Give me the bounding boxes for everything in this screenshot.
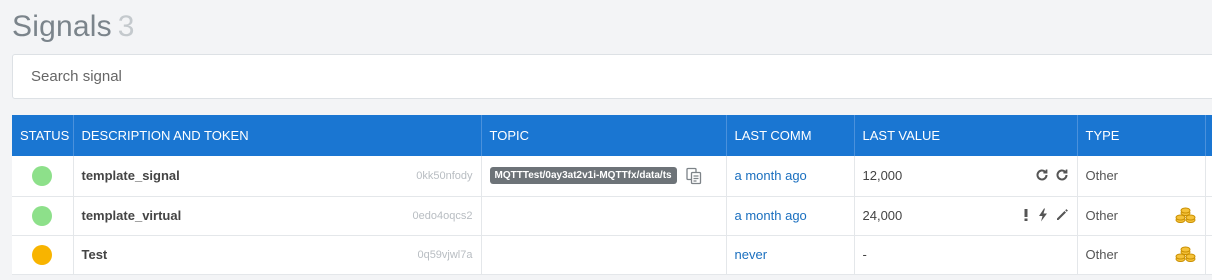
status-cell: [12, 235, 74, 275]
signal-type: Other: [1085, 208, 1119, 223]
description-cell: Test 0q59vjwl7a: [73, 235, 482, 275]
signal-name[interactable]: template_signal: [82, 168, 180, 183]
last-comm-cell: a month ago: [726, 156, 855, 197]
copy-icon[interactable]: [685, 167, 703, 185]
column-last-comm[interactable]: LAST COMM: [726, 115, 855, 156]
last-value: 24,000: [862, 208, 903, 223]
signal-token: 0edo4oqcs2: [412, 209, 473, 222]
signals-page: Signals3 STATUS DESCRIPTION AND TOKEN TO…: [0, 0, 1212, 280]
signal-count: 3: [117, 10, 135, 43]
page-title: Signals 3: [12, 9, 135, 45]
extra-cell: [1205, 156, 1212, 197]
last-comm-cell: never: [726, 235, 855, 275]
last-comm-link[interactable]: never: [735, 247, 768, 262]
column-description[interactable]: DESCRIPTION AND TOKEN: [73, 115, 482, 156]
pencil-icon[interactable]: [1055, 208, 1069, 224]
table-header-row: STATUS DESCRIPTION AND TOKEN TOPIC LAST …: [12, 115, 1212, 156]
last-value: -: [862, 247, 867, 262]
topic-cell: [481, 235, 727, 275]
search-input[interactable]: [13, 55, 1212, 98]
signal-token: 0kk50nfody: [416, 169, 473, 182]
status-cell: [12, 196, 74, 236]
type-cell: Other: [1077, 196, 1206, 236]
search-box: [12, 54, 1212, 99]
column-type[interactable]: TYPE: [1077, 115, 1206, 156]
status-indicator: [32, 165, 53, 186]
last-comm-cell: a month ago: [726, 196, 855, 236]
signals-table: STATUS DESCRIPTION AND TOKEN TOPIC LAST …: [12, 115, 1212, 275]
table-row[interactable]: template_virtual 0edo4oqcs2 a month ago …: [12, 196, 1212, 236]
last-value-cell: -: [854, 235, 1078, 275]
page-title-text: Signals: [12, 10, 112, 43]
column-last-value[interactable]: LAST VALUE: [854, 115, 1078, 156]
column-status[interactable]: STATUS: [12, 115, 74, 156]
bolt-icon[interactable]: [1037, 208, 1049, 224]
coins-icon[interactable]: [1175, 245, 1197, 265]
topic-badge: MQTTTest/0ay3at2v1i-MQTTfx/data/ts: [489, 167, 677, 185]
table-row[interactable]: template_signal 0kk50nfody MQTTTest/0ay3…: [12, 156, 1212, 197]
description-cell: template_virtual 0edo4oqcs2: [73, 196, 482, 236]
refresh-icon[interactable]: [1035, 168, 1049, 184]
topic-cell: [481, 196, 727, 236]
signal-name[interactable]: Test: [82, 247, 108, 262]
extra-cell: [1205, 235, 1212, 275]
signal-name[interactable]: template_virtual: [82, 208, 182, 223]
type-cell: Other: [1077, 235, 1206, 275]
column-extra: [1205, 115, 1212, 156]
signal-type: Other: [1085, 168, 1119, 184]
status-indicator: [32, 244, 53, 265]
signal-token: 0q59vjwl7a: [417, 248, 473, 261]
extra-cell: [1205, 196, 1212, 236]
column-topic[interactable]: TOPIC: [481, 115, 727, 156]
status-cell: [12, 156, 74, 197]
topic-cell: MQTTTest/0ay3at2v1i-MQTTfx/data/ts: [481, 156, 727, 197]
last-comm-link[interactable]: a month ago: [735, 208, 807, 223]
type-cell: Other: [1077, 156, 1206, 197]
status-indicator: [32, 205, 53, 226]
retry-icon[interactable]: [1055, 168, 1069, 184]
description-cell: template_signal 0kk50nfody: [73, 156, 482, 197]
last-value-cell: 24,000: [854, 196, 1078, 236]
coins-icon[interactable]: [1175, 206, 1197, 226]
last-comm-link[interactable]: a month ago: [735, 168, 807, 183]
signal-type: Other: [1085, 247, 1119, 262]
last-value: 12,000: [862, 168, 903, 184]
table-row[interactable]: Test 0q59vjwl7a never - Other: [12, 235, 1212, 275]
exclamation-icon[interactable]: [1021, 208, 1031, 224]
last-value-cell: 12,000: [854, 156, 1078, 197]
